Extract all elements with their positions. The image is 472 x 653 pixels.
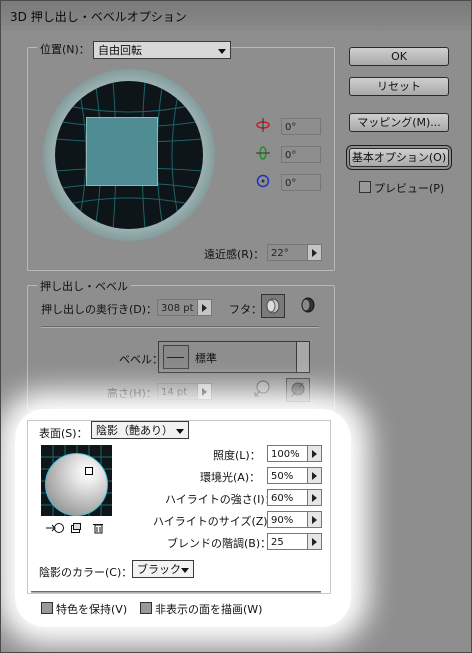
position-dropdown[interactable]: 自由回転: [93, 41, 231, 59]
preserve-spot-label: 特色を保持(V): [56, 603, 128, 616]
ok-button[interactable]: OK: [349, 47, 449, 66]
bevel-height-slider-arrow[interactable]: [197, 384, 211, 399]
position-dropdown-value: 自由回転: [98, 44, 142, 57]
trash-icon[interactable]: [92, 522, 104, 534]
rotate-x-field[interactable]: 0°: [281, 118, 321, 135]
perspective-field[interactable]: 22°: [267, 244, 322, 261]
bevel-height-label: 高さ(H)：: [107, 387, 157, 400]
bevel-in-icon: [290, 382, 305, 398]
preview-checkbox[interactable]: [359, 181, 371, 193]
shading-color-value: ブラック: [137, 563, 181, 576]
extrude-bevel-legend: 押し出し・ベベル: [37, 278, 131, 294]
3d-object-preview[interactable]: [86, 117, 158, 186]
cap-label: フタ：: [229, 303, 262, 316]
shaded-sphere: [45, 453, 108, 516]
shading-color-dropdown[interactable]: ブラック: [132, 560, 194, 578]
move-light-back-icon[interactable]: [45, 522, 67, 534]
x-axis-rotate-icon: [256, 118, 270, 132]
y-axis-rotate-icon: [256, 146, 270, 160]
ambient-light-label: 環境光(A)：: [200, 471, 261, 484]
bevel-dropdown-arrow[interactable]: [296, 342, 309, 372]
rotate-z-field[interactable]: 0°: [281, 174, 321, 191]
extrude-depth-field[interactable]: 308 pt: [157, 299, 212, 316]
highlight-intensity-field[interactable]: 60%: [267, 489, 322, 506]
surface-dropdown[interactable]: 陰影（艶あり）: [91, 421, 189, 439]
mapping-button[interactable]: マッピング(M)...: [349, 113, 449, 132]
cap-off-button[interactable]: [297, 294, 319, 316]
light-source-handle[interactable]: [85, 467, 93, 475]
lighting-preview[interactable]: [41, 445, 112, 516]
highlight-size-slider-arrow[interactable]: [307, 512, 321, 527]
chevron-down-icon: [218, 49, 226, 54]
light-intensity-slider-arrow[interactable]: [307, 446, 321, 461]
shading-color-label: 陰影のカラー(C)：: [39, 566, 133, 579]
preview-label: プレビュー(P): [374, 182, 445, 195]
blend-steps-slider-arrow[interactable]: [307, 534, 321, 549]
extrude-depth-slider-arrow[interactable]: [197, 300, 211, 315]
window-title: 3D 押し出し・ベベルオプション: [10, 10, 187, 24]
bottom-separator: [31, 591, 321, 593]
light-intensity-label: 照度(L)：: [213, 449, 261, 462]
bevel-shape-icon: [163, 345, 189, 369]
bevel-label: ベベル：: [119, 353, 163, 366]
cap-on-icon: [266, 298, 280, 314]
bevel-extent-in-button[interactable]: [286, 378, 310, 402]
surface-dropdown-value: 陰影（艶あり）: [96, 424, 173, 437]
blend-steps-field[interactable]: 25: [267, 533, 322, 550]
highlight-intensity-label: ハイライトの強さ(I)：: [165, 493, 276, 506]
bevel-extent-out-button[interactable]: [251, 378, 273, 400]
highlight-size-field[interactable]: 90%: [267, 511, 322, 528]
chevron-down-icon: [176, 429, 184, 434]
reset-button[interactable]: リセット: [349, 77, 449, 96]
basic-options-button[interactable]: 基本オプション(O): [346, 145, 452, 170]
cap-on-button[interactable]: [261, 294, 285, 318]
new-light-icon[interactable]: [70, 522, 82, 534]
highlight-size-label: ハイライトのサイズ(Z)：: [153, 515, 279, 528]
draw-hidden-faces-checkbox[interactable]: [140, 602, 152, 614]
perspective-slider-arrow[interactable]: [307, 245, 321, 260]
perspective-label: 遠近感(R)：: [204, 248, 265, 261]
rotate-y-field[interactable]: 0°: [281, 146, 321, 163]
bevel-dropdown[interactable]: 標準: [158, 341, 310, 373]
light-intensity-field[interactable]: 100%: [267, 445, 322, 462]
draw-hidden-faces-label: 非表示の面を描画(W): [155, 603, 263, 616]
bevel-value: 標準: [195, 352, 217, 365]
ambient-light-field[interactable]: 50%: [267, 467, 322, 484]
title-bar[interactable]: 3D 押し出し・ベベルオプション: [1, 1, 471, 31]
ambient-light-slider-arrow[interactable]: [307, 468, 321, 483]
preserve-spot-checkbox[interactable]: [41, 602, 53, 614]
extrude-separator: [41, 326, 319, 328]
chevron-down-icon: [181, 568, 189, 573]
blend-steps-label: ブレンドの階調(B)：: [167, 537, 272, 550]
highlight-intensity-slider-arrow[interactable]: [307, 490, 321, 505]
z-axis-rotate-icon: [256, 174, 270, 188]
bevel-height-field[interactable]: 14 pt: [157, 383, 212, 400]
dialog-3d-extrude-bevel: 3D 押し出し・ベベルオプション OK リセット マッピング(M)... 基本オ…: [0, 0, 472, 653]
surface-label: 表面(S)：: [39, 427, 88, 440]
extrude-depth-label: 押し出しの奥行き(D)：: [41, 303, 158, 316]
position-label: 位置(N)：: [37, 41, 93, 57]
